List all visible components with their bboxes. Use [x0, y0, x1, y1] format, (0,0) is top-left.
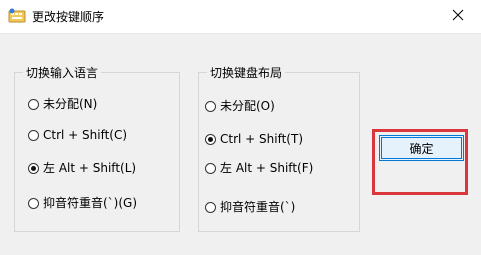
input-lang-option-left-alt-shift[interactable]: 左 Alt + Shift(L)	[28, 160, 136, 176]
kb-layout-option-ctrl-shift[interactable]: Ctrl + Shift(T)	[205, 131, 303, 147]
ok-button[interactable]: 确定	[379, 135, 464, 161]
input-language-legend: 切换输入语言	[23, 65, 102, 81]
option-label: 未分配(N)	[43, 97, 98, 111]
kb-layout-option-grave-accent[interactable]: 抑音符重音(`)	[205, 199, 295, 215]
keyboard-layout-legend: 切换键盘布局	[207, 65, 286, 81]
option-label: 左 Alt + Shift(F)	[220, 161, 314, 175]
radio-unassigned-o[interactable]	[205, 100, 216, 112]
radio-ctrl-shift-t[interactable]	[205, 133, 216, 145]
radio-unassigned-n[interactable]	[28, 98, 39, 110]
option-label: 抑音符重音(`)	[220, 200, 296, 214]
radio-grave-accent-g[interactable]	[28, 197, 39, 209]
option-label: Ctrl + Shift(C)	[43, 128, 128, 142]
option-label: Ctrl + Shift(T)	[220, 132, 304, 146]
close-icon	[452, 9, 464, 24]
option-label: 左 Alt + Shift(L)	[43, 161, 137, 175]
kb-layout-option-left-alt-shift[interactable]: 左 Alt + Shift(F)	[205, 160, 313, 176]
radio-grave-accent[interactable]	[205, 201, 216, 213]
option-label: 未分配(O)	[220, 99, 275, 113]
dialog-title: 更改按键顺序	[32, 10, 105, 24]
change-key-sequence-dialog: 更改按键顺序 切换输入语言 未分配(N) Ctrl + Shift(C) 左 A…	[0, 0, 481, 255]
title-bar[interactable]: 更改按键顺序	[0, 0, 481, 34]
radio-ctrl-shift-c[interactable]	[28, 129, 39, 141]
close-button[interactable]	[435, 0, 481, 33]
option-label: 抑音符重音(`)(G)	[43, 196, 138, 210]
keyboard-settings-icon	[8, 8, 26, 24]
kb-layout-option-unassigned[interactable]: 未分配(O)	[205, 98, 275, 114]
input-lang-option-ctrl-shift[interactable]: Ctrl + Shift(C)	[28, 127, 127, 143]
input-lang-option-unassigned[interactable]: 未分配(N)	[28, 96, 97, 112]
input-lang-option-grave-accent[interactable]: 抑音符重音(`)(G)	[28, 195, 137, 211]
radio-left-alt-shift-f[interactable]	[205, 162, 216, 174]
radio-left-alt-shift-l[interactable]	[28, 162, 39, 174]
